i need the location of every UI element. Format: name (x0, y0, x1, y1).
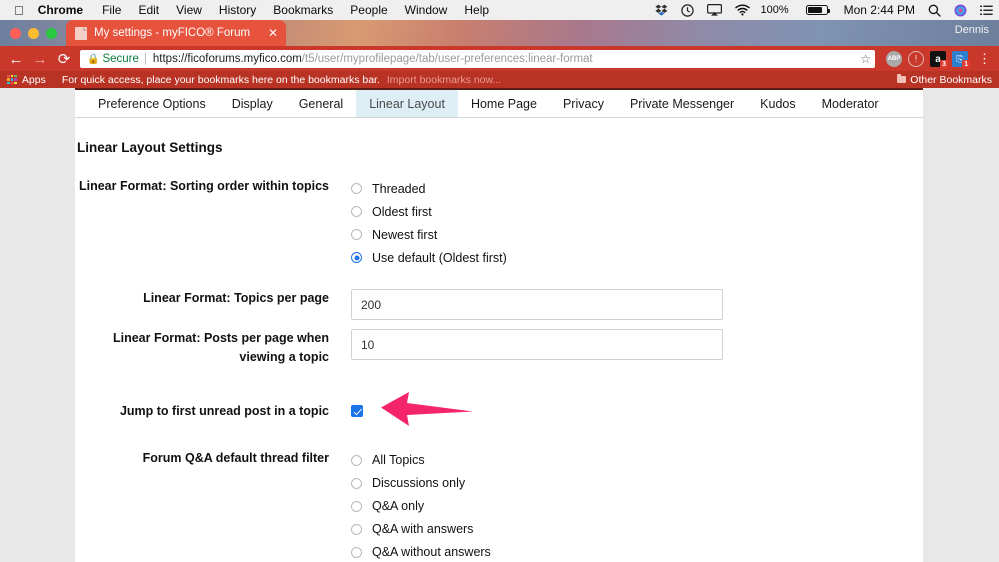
notification-center-icon[interactable] (980, 5, 993, 16)
extension-a-icon[interactable]: a 3 (930, 51, 948, 69)
battery-icon[interactable] (802, 5, 830, 15)
import-bookmarks-link[interactable]: Import bookmarks now... (387, 74, 501, 86)
bookmark-star-icon[interactable]: ☆ (856, 52, 871, 66)
battery-percent-label: 100% (760, 4, 789, 16)
extension-b-icon[interactable]: ⎘ 1 (952, 51, 970, 69)
back-button[interactable]: ← (4, 48, 28, 70)
close-icon[interactable]: ✕ (266, 27, 280, 39)
apps-label[interactable]: Apps (22, 74, 46, 86)
menu-item-history[interactable]: History (219, 3, 256, 17)
airplay-icon[interactable] (707, 4, 723, 16)
search-icon[interactable] (928, 4, 941, 17)
window-traffic-lights (8, 28, 66, 46)
menu-item-bookmarks[interactable]: Bookmarks (273, 3, 333, 17)
adblock-plus-icon[interactable]: ABP (886, 51, 902, 67)
menu-item-window[interactable]: Window (405, 3, 448, 17)
chrome-menu-icon[interactable]: ⋮ (976, 52, 993, 66)
menu-bar-clock[interactable]: Mon 2:44 PM (844, 3, 915, 17)
menu-bar-status-area: 100% Mon 2:44 PM (642, 3, 993, 17)
time-machine-icon[interactable] (681, 3, 695, 17)
menu-item-file[interactable]: File (102, 3, 121, 17)
menu-item-people[interactable]: People (350, 3, 387, 17)
maximize-window-button[interactable] (46, 28, 57, 39)
tab-title: My settings - myFICO® Forum (94, 27, 251, 39)
minimize-window-button[interactable] (28, 28, 39, 39)
extension-b-badge: 1 (962, 60, 970, 69)
bookmarks-hint: For quick access, place your bookmarks h… (61, 73, 380, 86)
menu-item-chrome[interactable]: Chrome (38, 3, 83, 17)
tab-strip: My settings - myFICO® Forum ✕ (0, 20, 999, 46)
apps-grid-icon[interactable] (7, 74, 17, 85)
dropbox-icon[interactable] (655, 4, 668, 16)
macos-menu-bar:  Chrome File Edit View History Bookmark… (0, 0, 999, 20)
browser-toolbar: ← → ⟳ 🔒 Secure | https://ficoforums.myfi… (0, 46, 999, 71)
browser-tab-active[interactable]: My settings - myFICO® Forum ✕ (66, 20, 286, 46)
secure-label: Secure (102, 53, 139, 65)
reload-button[interactable]: ⟳ (52, 48, 76, 70)
menu-item-view[interactable]: View (176, 3, 202, 17)
siri-icon[interactable] (954, 4, 967, 17)
chrome-browser-window: My settings - myFICO® Forum ✕ ← → ⟳ 🔒 Se… (0, 20, 999, 562)
address-bar[interactable]: 🔒 Secure | https://ficoforums.myfico.com… (80, 50, 875, 68)
folder-icon (897, 74, 907, 83)
menu-item-help[interactable]: Help (464, 3, 489, 17)
apple-logo-icon[interactable]:  (14, 4, 24, 17)
menu-item-edit[interactable]: Edit (138, 3, 159, 17)
wifi-icon[interactable] (735, 4, 751, 16)
url-text: https://ficoforums.myfico.com/t5/user/my… (153, 53, 856, 65)
lock-icon: 🔒 (87, 53, 100, 65)
url-path: /t5/user/myprofilepage/tab/user-preferen… (301, 53, 593, 65)
info-circle-icon[interactable]: ! (908, 51, 924, 67)
page-favicon-icon (75, 26, 87, 40)
omnibox-divider: | (143, 53, 147, 65)
url-domain: https://ficoforums.myfico.com (152, 53, 302, 65)
bookmarks-bar: Apps For quick access, place your bookma… (0, 71, 999, 88)
other-bookmarks-label: Other Bookmarks (910, 73, 992, 86)
close-window-button[interactable] (10, 28, 21, 39)
forward-button[interactable]: → (28, 48, 52, 70)
profile-name-label: Dennis (954, 24, 989, 36)
other-bookmarks-folder[interactable]: Other Bookmarks (897, 74, 992, 86)
extension-a-badge: 3 (940, 60, 948, 69)
